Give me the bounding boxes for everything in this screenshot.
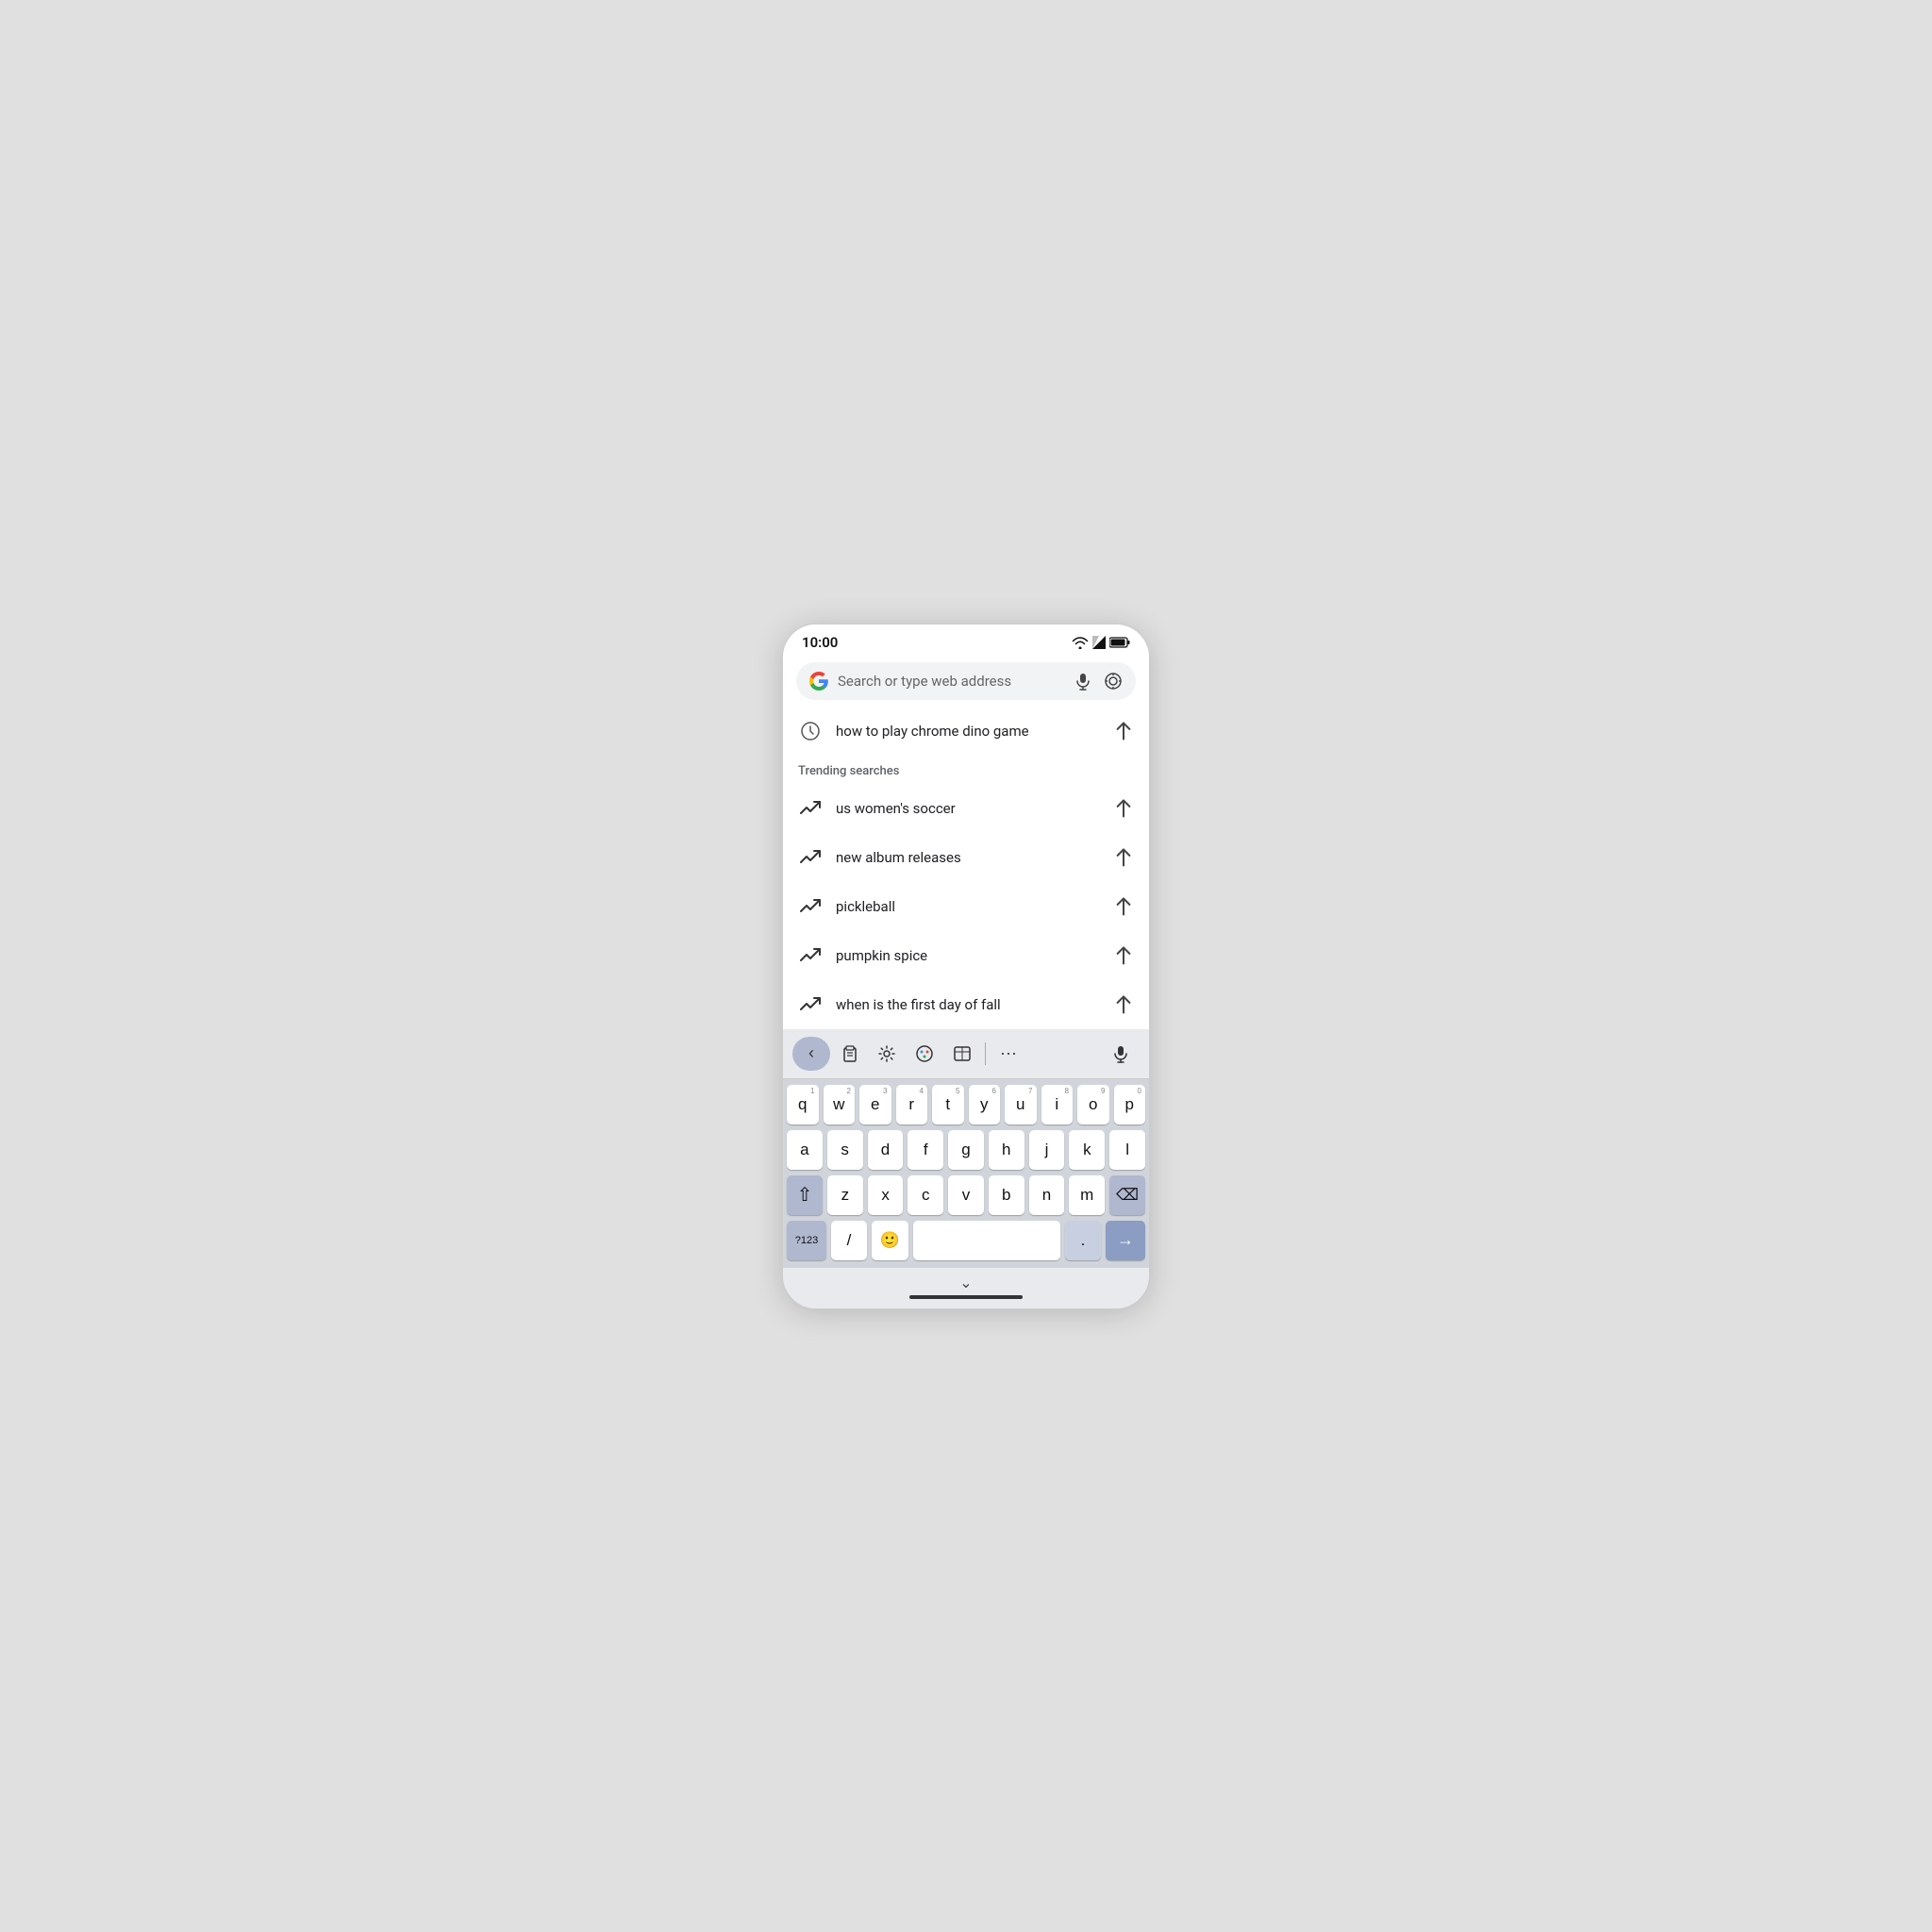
history-icon — [798, 719, 823, 743]
trending-arrow-1 — [1108, 842, 1138, 872]
search-bar[interactable]: Search or type web address — [796, 662, 1136, 700]
keyboard-settings-button[interactable] — [868, 1037, 906, 1071]
search-bar-container: Search or type web address — [783, 657, 1149, 708]
key-q[interactable]: 1q — [787, 1085, 819, 1124]
key-t[interactable]: 5t — [932, 1085, 964, 1124]
trending-text-4: when is the first day of fall — [836, 996, 1100, 1013]
keyboard-theme-button[interactable] — [906, 1037, 943, 1071]
keyboard-more-button[interactable]: ··· — [990, 1037, 1027, 1071]
google-logo — [808, 670, 830, 692]
key-o[interactable]: 9o — [1077, 1085, 1109, 1124]
history-text: how to play chrome dino game — [836, 723, 1100, 740]
trending-arrow-2 — [1108, 891, 1138, 921]
trending-item-4[interactable]: when is the first day of fall — [783, 980, 1149, 1029]
wifi-icon — [1072, 636, 1089, 649]
key-p[interactable]: 0p — [1114, 1085, 1146, 1124]
status-time: 10:00 — [802, 634, 838, 651]
key-emoji[interactable]: 🙂 — [872, 1221, 908, 1260]
nav-home-bar — [909, 1295, 1023, 1299]
trending-arrow-0 — [1108, 793, 1138, 823]
key-z[interactable]: z — [827, 1175, 863, 1215]
keyboard-row-1: 1q 2w 3e 4r 5t 6y 7u 8i 9o 0p — [787, 1085, 1145, 1124]
search-input[interactable]: Search or type web address — [838, 673, 1064, 690]
keyboard-translate-button[interactable] — [943, 1037, 981, 1071]
trending-item-1[interactable]: new album releases — [783, 833, 1149, 882]
trending-arrow-icon-2 — [798, 894, 823, 919]
key-n[interactable]: n — [1029, 1175, 1065, 1215]
keyboard-toolbar: ‹ — [783, 1029, 1149, 1079]
trending-item-2[interactable]: pickleball — [783, 882, 1149, 931]
key-l[interactable]: l — [1109, 1130, 1145, 1170]
trending-item-0[interactable]: us women's soccer — [783, 784, 1149, 833]
signal-icon — [1092, 636, 1106, 649]
key-e[interactable]: 3e — [859, 1085, 891, 1124]
trending-arrow-icon-3 — [798, 943, 823, 968]
trending-arrow-4 — [1108, 990, 1138, 1019]
key-space[interactable] — [913, 1221, 1060, 1260]
trending-text-1: new album releases — [836, 849, 1100, 866]
keyboard-row-2: a s d f g h j k l — [787, 1130, 1145, 1170]
trending-arrow-icon-0 — [798, 796, 823, 821]
content-area: how to play chrome dino game Trending se… — [783, 708, 1149, 1029]
key-h[interactable]: h — [989, 1130, 1024, 1170]
lens-icon[interactable] — [1102, 670, 1124, 692]
nav-bar: ⌄ — [783, 1268, 1149, 1308]
trending-label: Trending searches — [783, 755, 1149, 784]
key-c[interactable]: c — [908, 1175, 943, 1215]
keyboard-back-button[interactable]: ‹ — [792, 1037, 830, 1071]
key-v[interactable]: v — [948, 1175, 984, 1215]
trending-arrow-icon-1 — [798, 845, 823, 870]
key-backspace[interactable]: ⌫ — [1109, 1175, 1145, 1215]
key-d[interactable]: d — [868, 1130, 904, 1170]
keyboard-clipboard-button[interactable] — [830, 1037, 868, 1071]
keyboard-toolbar-divider — [985, 1042, 986, 1065]
nav-chevron-icon: ⌄ — [959, 1274, 972, 1291]
trending-text-0: us women's soccer — [836, 800, 1100, 817]
key-b[interactable]: b — [989, 1175, 1024, 1215]
status-icons — [1072, 636, 1130, 649]
key-enter[interactable]: → — [1106, 1221, 1145, 1260]
keyboard-row-3: ⇧ z x c v b n m ⌫ — [787, 1175, 1145, 1215]
key-k[interactable]: k — [1069, 1130, 1105, 1170]
keyboard-row-4: ?123 / 🙂 . → — [787, 1221, 1145, 1260]
status-bar: 10:00 — [783, 625, 1149, 657]
trending-arrow-3 — [1108, 941, 1138, 970]
key-shift[interactable]: ⇧ — [787, 1175, 823, 1215]
trending-arrow-icon-4 — [798, 992, 823, 1017]
trending-item-3[interactable]: pumpkin spice — [783, 931, 1149, 980]
trending-text-2: pickleball — [836, 898, 1100, 915]
keyboard-mic-button[interactable] — [1102, 1037, 1140, 1071]
keyboard: ‹ — [783, 1029, 1149, 1308]
history-arrow-icon — [1108, 716, 1138, 745]
microphone-icon[interactable] — [1072, 670, 1094, 692]
key-dot[interactable]: . — [1065, 1221, 1101, 1260]
key-y[interactable]: 6y — [969, 1085, 1001, 1124]
key-r[interactable]: 4r — [896, 1085, 928, 1124]
key-a[interactable]: a — [787, 1130, 823, 1170]
key-num-switch[interactable]: ?123 — [787, 1221, 826, 1260]
phone-frame: 10:00 — [782, 624, 1150, 1309]
battery-icon — [1109, 637, 1130, 648]
key-s[interactable]: s — [827, 1130, 863, 1170]
key-i[interactable]: 8i — [1041, 1085, 1074, 1124]
key-f[interactable]: f — [908, 1130, 943, 1170]
history-item[interactable]: how to play chrome dino game — [783, 708, 1149, 755]
key-x[interactable]: x — [868, 1175, 904, 1215]
key-u[interactable]: 7u — [1005, 1085, 1037, 1124]
key-j[interactable]: j — [1029, 1130, 1065, 1170]
key-w[interactable]: 2w — [824, 1085, 856, 1124]
key-g[interactable]: g — [948, 1130, 984, 1170]
keyboard-rows: 1q 2w 3e 4r 5t 6y 7u 8i 9o 0p a s d f g … — [783, 1079, 1149, 1268]
key-m[interactable]: m — [1069, 1175, 1105, 1215]
trending-text-3: pumpkin spice — [836, 947, 1100, 964]
key-slash[interactable]: / — [831, 1221, 867, 1260]
